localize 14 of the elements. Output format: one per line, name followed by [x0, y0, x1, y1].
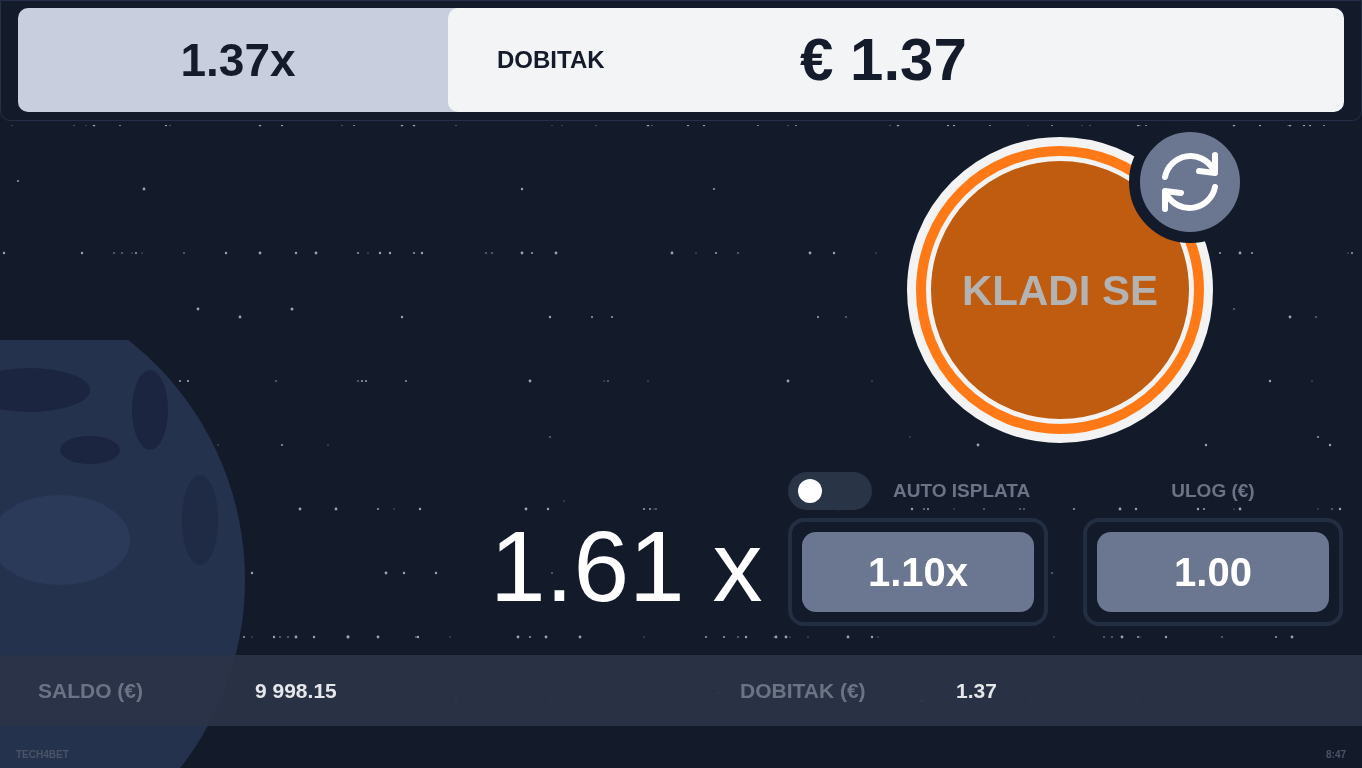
auto-cashout-toggle[interactable] — [788, 472, 872, 510]
stake-input[interactable]: 1.00 — [1097, 532, 1329, 612]
win-value: 1.37 — [956, 677, 997, 704]
win-amount: € 1.37 — [800, 25, 967, 95]
win-label: DOBITAK — [497, 45, 606, 75]
win-label: DOBITAK (€) — [740, 677, 867, 704]
stake-label: ULOG (€) — [1171, 478, 1255, 503]
auto-cashout-label: AUTO ISPLATA — [893, 478, 1031, 503]
last-multiplier: 1.37x — [180, 32, 296, 88]
clock-time: 8:47 — [1326, 747, 1346, 762]
auto-cashout-input[interactable]: 1.10x — [802, 532, 1034, 612]
balance-value: 9 998.15 — [255, 677, 338, 704]
current-multiplier: 1.61 x — [490, 516, 764, 616]
balance-label: SALDO (€) — [38, 677, 144, 704]
